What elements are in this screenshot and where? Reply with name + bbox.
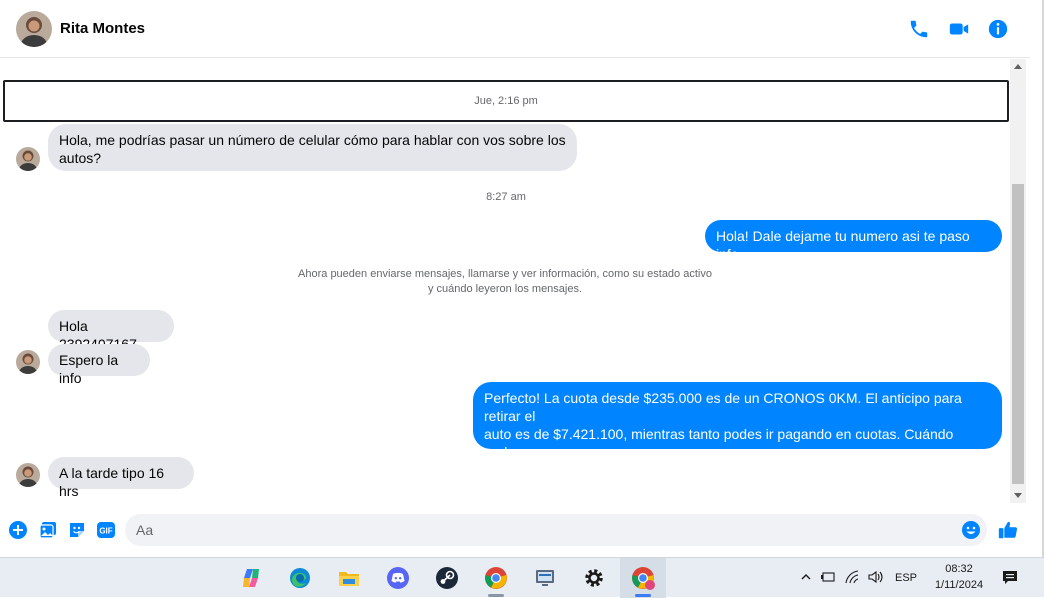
message-text: auto es de $7.421.100, mientras tanto po…: [484, 426, 954, 460]
network-app-icon[interactable]: [525, 558, 565, 598]
info-icon[interactable]: [987, 18, 1009, 40]
steam-icon[interactable]: [427, 558, 467, 598]
wifi-icon[interactable]: [845, 569, 861, 587]
contact-name[interactable]: Rita Montes: [60, 20, 145, 37]
scroll-down-arrow-icon[interactable]: [1014, 493, 1022, 498]
language-indicator[interactable]: ESP: [895, 572, 917, 584]
clock-date: 1/11/2024: [934, 579, 984, 591]
taskbar: ESP 08:32 1/11/2024: [0, 557, 1044, 598]
message-composer: GIF: [0, 510, 1030, 550]
gif-label: GIF: [99, 527, 112, 536]
sticker-icon[interactable]: [67, 520, 87, 540]
privacy-info-text: Ahora pueden enviarse mensajes, llamarse…: [260, 267, 750, 297]
contact-avatar[interactable]: [16, 11, 52, 47]
date-separator-text: Jue, 2:16 pm: [474, 95, 538, 107]
copilot-icon[interactable]: [231, 558, 271, 598]
emoji-icon[interactable]: [961, 520, 981, 540]
message-text: autos?: [59, 150, 102, 166]
file-explorer-icon[interactable]: [329, 558, 369, 598]
battery-icon[interactable]: [820, 571, 836, 586]
chrome-icon[interactable]: [476, 558, 516, 598]
scrollbar-thumb[interactable]: [1012, 184, 1024, 484]
plus-icon[interactable]: [8, 520, 28, 540]
photo-icon[interactable]: [38, 520, 58, 540]
discord-icon[interactable]: [378, 558, 418, 598]
gif-icon[interactable]: GIF: [96, 520, 116, 540]
message-bubble-incoming[interactable]: A la tarde tipo 16 hrs: [48, 457, 194, 499]
message-bubble-outgoing[interactable]: Perfecto! La cuota desde $235.000 es de …: [473, 382, 1002, 478]
clock-time: 08:32: [945, 563, 973, 575]
clock[interactable]: 08:32 1/11/2024: [926, 561, 992, 593]
message-text: Perfecto! La cuota desde $235.000 es de …: [484, 390, 962, 424]
message-input[interactable]: [125, 514, 987, 546]
message-text: hablar? A la mañana o a la tarde?: [484, 462, 694, 478]
message-bubble-incoming[interactable]: Hola 2392407167: [48, 310, 174, 352]
message-text: Espero la info: [59, 352, 119, 386]
info-line: y cuándo leyeron los mensajes.: [427, 283, 583, 295]
contact-avatar-small[interactable]: [16, 463, 40, 487]
like-icon[interactable]: [997, 519, 1018, 539]
message-text: Hola! Dale dejame tu numero asi te paso …: [716, 228, 970, 262]
message-timestamp: 8:27 am: [486, 191, 526, 203]
scroll-up-arrow-icon[interactable]: [1014, 64, 1022, 69]
message-bubble-incoming[interactable]: Hola, me podrías pasar un número de celu…: [48, 124, 577, 171]
chrome-profile-icon[interactable]: [620, 558, 666, 598]
video-call-icon[interactable]: [948, 18, 970, 40]
message-bubble-incoming[interactable]: Espero la info: [48, 344, 150, 386]
messenger-window: Rita Montes Jue, 2:16 pm Hola, me podría…: [0, 0, 1044, 557]
message-bubble-outgoing[interactable]: Hola! Dale dejame tu numero asi te paso …: [705, 220, 1002, 262]
volume-icon[interactable]: [867, 570, 883, 587]
notification-icon[interactable]: [992, 558, 1028, 598]
info-line: Ahora pueden enviarse mensajes, llamarse…: [298, 268, 712, 280]
system-tray: ESP: [800, 558, 917, 598]
messages-scrollbar[interactable]: [1010, 59, 1026, 503]
contact-avatar-small[interactable]: [16, 147, 40, 171]
message-text: A la tarde tipo 16 hrs: [59, 465, 165, 499]
phone-icon[interactable]: [908, 18, 930, 40]
settings-icon[interactable]: [574, 558, 614, 598]
contact-avatar-small[interactable]: [16, 350, 40, 374]
date-separator: Jue, 2:16 pm: [3, 80, 1009, 122]
chat-header: Rita Montes: [0, 0, 1030, 58]
chevron-up-icon[interactable]: [800, 571, 812, 586]
edge-icon[interactable]: [280, 558, 320, 598]
message-text: Hola, me podrías pasar un número de celu…: [59, 132, 566, 148]
